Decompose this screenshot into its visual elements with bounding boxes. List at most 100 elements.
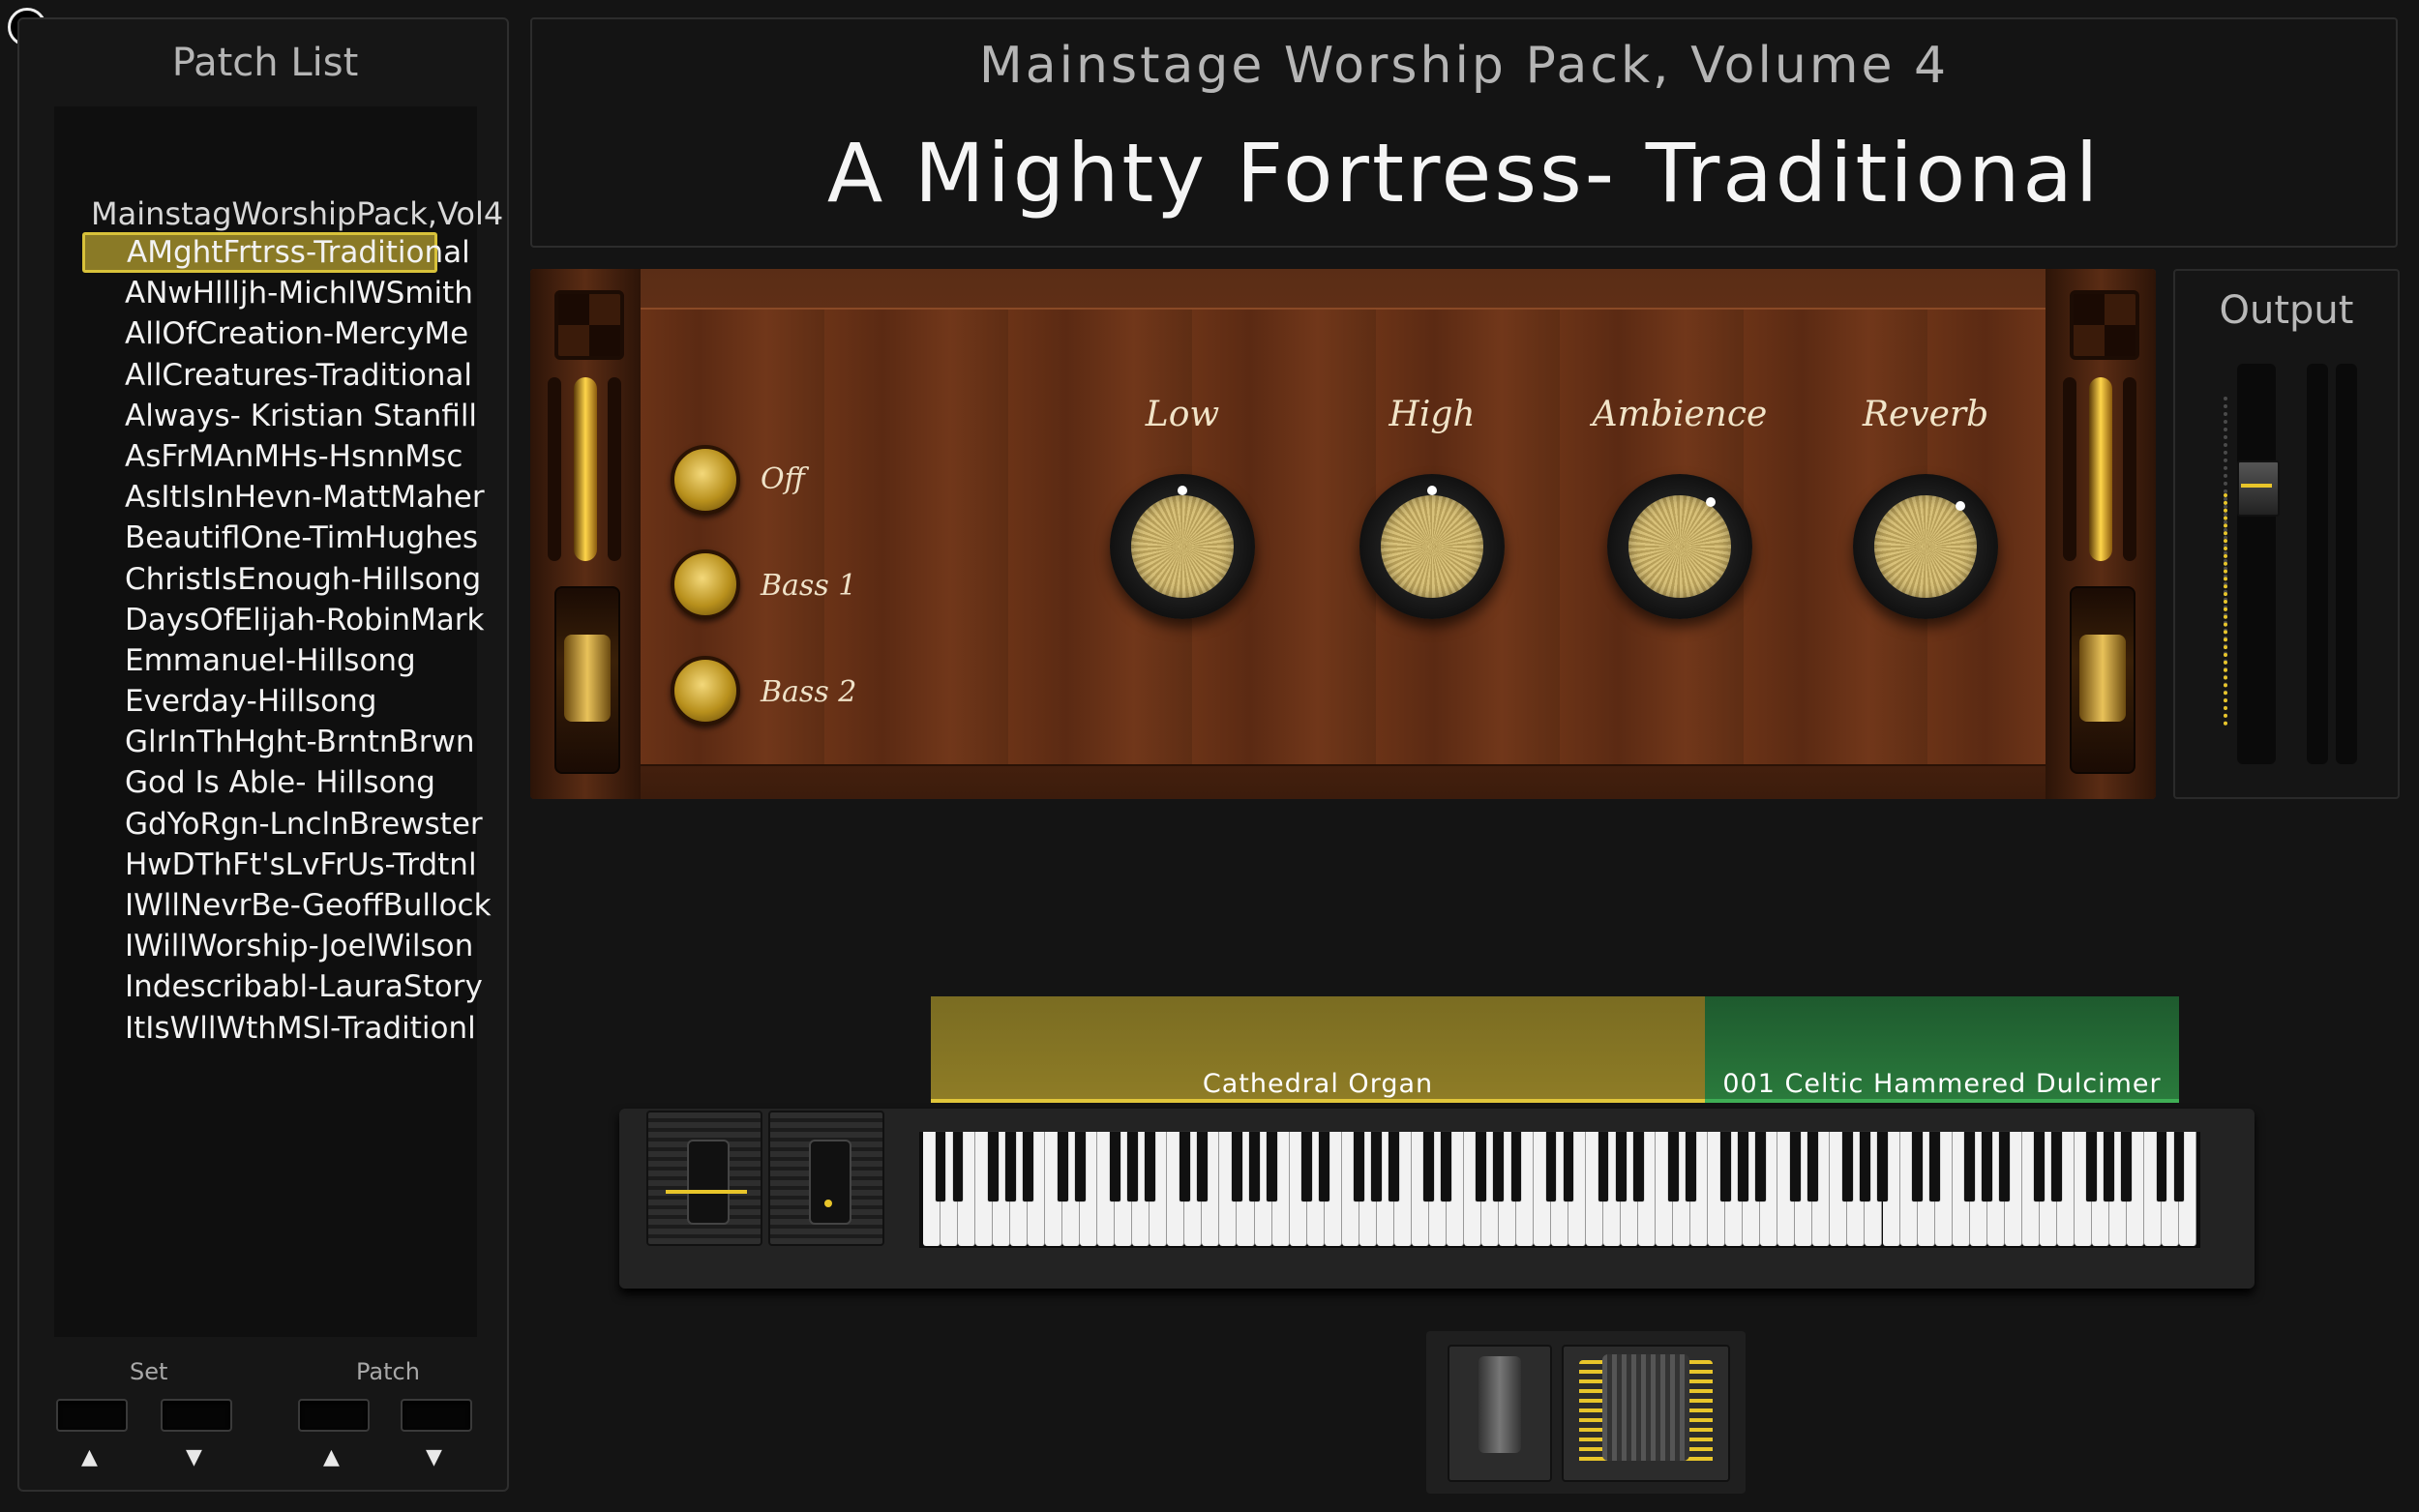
patch-item[interactable]: ChristIsEnough-Hillsong	[54, 559, 481, 600]
black-key[interactable]	[1423, 1132, 1435, 1201]
black-key[interactable]	[1354, 1132, 1365, 1201]
black-key[interactable]	[1004, 1132, 1016, 1201]
bass-2-button[interactable]	[671, 656, 740, 726]
black-key[interactable]	[1126, 1132, 1138, 1201]
black-key[interactable]	[1371, 1132, 1383, 1201]
black-key[interactable]	[1389, 1132, 1400, 1201]
black-key[interactable]	[1999, 1132, 2011, 1201]
patch-item[interactable]: GdYoRgn-LnclnBrewster	[54, 804, 483, 845]
black-key[interactable]	[1109, 1132, 1120, 1201]
black-key[interactable]	[1860, 1132, 1870, 1201]
black-key[interactable]	[1197, 1132, 1208, 1201]
patch-item[interactable]: Always- Kristian Stanfill	[54, 396, 477, 436]
black-key[interactable]	[2034, 1132, 2046, 1201]
black-key[interactable]	[1632, 1132, 1644, 1201]
black-key[interactable]	[1842, 1132, 1853, 1201]
patch-up-button[interactable]	[298, 1399, 370, 1432]
sustain-pedal[interactable]	[1448, 1345, 1552, 1482]
black-key[interactable]	[1057, 1132, 1068, 1201]
set-up-button[interactable]	[56, 1399, 128, 1432]
high-knob[interactable]	[1359, 474, 1505, 619]
patch-item[interactable]: God Is Able- Hillsong	[54, 762, 477, 803]
black-key[interactable]	[1476, 1132, 1487, 1201]
black-key[interactable]	[2104, 1132, 2115, 1201]
black-key[interactable]	[1022, 1132, 1033, 1201]
patch-item[interactable]: HwDThFt'sLvFrUs-Trdtnl	[54, 845, 477, 885]
black-key[interactable]	[1319, 1132, 1330, 1201]
mod-wheel-slot[interactable]	[809, 1140, 851, 1225]
black-key[interactable]	[1267, 1132, 1277, 1201]
patch-item[interactable]: IWillWorship-JoelWilson	[54, 926, 477, 966]
black-key[interactable]	[1754, 1132, 1766, 1201]
patch-item[interactable]: IWllNevrBe-GeoffBullock	[54, 885, 492, 926]
black-key[interactable]	[935, 1132, 946, 1201]
black-key[interactable]	[2086, 1132, 2098, 1201]
expression-pedal[interactable]	[1562, 1345, 1730, 1482]
black-key[interactable]	[1912, 1132, 1923, 1201]
pitch-bend-wheel[interactable]	[646, 1111, 762, 1246]
black-key[interactable]	[2121, 1132, 2133, 1201]
lever-handle[interactable]	[564, 635, 611, 722]
black-key[interactable]	[1249, 1132, 1260, 1201]
black-key[interactable]	[1667, 1132, 1679, 1201]
black-key[interactable]	[1545, 1132, 1557, 1201]
patch-item[interactable]: AllOfCreation-MercyMe	[54, 313, 477, 354]
patch-item[interactable]: Emmanuel-Hillsong	[54, 640, 477, 681]
patch-item[interactable]: AllCreatures-Traditional	[54, 355, 477, 396]
black-key[interactable]	[1563, 1132, 1574, 1201]
black-key[interactable]	[1964, 1132, 1976, 1201]
black-key[interactable]	[1144, 1132, 1155, 1201]
piano-keyboard[interactable]	[919, 1132, 2200, 1248]
black-key[interactable]	[987, 1132, 999, 1201]
leslie-lever-left[interactable]	[554, 586, 620, 774]
low-knob[interactable]	[1110, 474, 1255, 619]
black-key[interactable]	[1074, 1132, 1086, 1201]
bass-1-button[interactable]	[671, 549, 740, 619]
black-key[interactable]	[2051, 1132, 2063, 1201]
black-key[interactable]	[1493, 1132, 1505, 1201]
black-key[interactable]	[1180, 1132, 1190, 1201]
black-key[interactable]	[1789, 1132, 1801, 1201]
set-down-button[interactable]	[161, 1399, 232, 1432]
patch-item[interactable]: ANwHllljh-MichlWSmith	[54, 273, 477, 313]
patch-item[interactable]: DaysOfElijah-RobinMark	[54, 600, 484, 640]
patch-item[interactable]: ItIsWllWthMSl-Traditionl	[54, 1008, 477, 1049]
black-key[interactable]	[1685, 1132, 1696, 1201]
patch-item[interactable]: BeautiflOne-TimHughes	[54, 518, 478, 558]
patch-item[interactable]: GlrInThHght-BrntnBrwn	[54, 722, 477, 762]
patch-item[interactable]: Everday-Hillsong	[54, 681, 477, 722]
black-key[interactable]	[1929, 1132, 1940, 1201]
black-key[interactable]	[2173, 1132, 2185, 1201]
patch-item[interactable]: AsFrMAnMHs-HsnnMsc	[54, 436, 477, 477]
patch-item[interactable]: AsItIsInHevn-MattMaher	[54, 477, 485, 518]
reverb-knob[interactable]	[1853, 474, 1998, 619]
bass-off-button[interactable]	[671, 445, 740, 515]
black-key[interactable]	[1877, 1132, 1888, 1201]
black-key[interactable]	[1807, 1132, 1818, 1201]
black-key[interactable]	[1301, 1132, 1312, 1201]
modulation-wheel[interactable]	[768, 1111, 884, 1246]
black-key[interactable]	[1615, 1132, 1627, 1201]
pitch-wheel-slot[interactable]	[687, 1140, 730, 1225]
instrument-strip-cathedral-organ[interactable]: Cathedral Organ	[931, 996, 1705, 1103]
black-key[interactable]	[1737, 1132, 1748, 1201]
patch-item-selected[interactable]: AMghtFrtrss-Traditional	[82, 232, 470, 274]
patch-item[interactable]: Indescribabl-LauraStory	[54, 966, 483, 1007]
black-key[interactable]	[952, 1132, 964, 1201]
black-key[interactable]	[2156, 1132, 2167, 1201]
black-key[interactable]	[1441, 1132, 1452, 1201]
patch-down-button[interactable]	[401, 1399, 472, 1432]
black-key[interactable]	[1982, 1132, 1993, 1201]
lever-handle[interactable]	[2079, 635, 2126, 722]
black-key[interactable]	[1719, 1132, 1731, 1201]
black-key[interactable]	[1598, 1132, 1609, 1201]
patch-list-box[interactable]: MainstagWorshipPack,Vol4 AMghtFrtrss-Tra…	[54, 106, 503, 1337]
black-key[interactable]	[1510, 1132, 1522, 1201]
output-fader-track[interactable]	[2237, 364, 2276, 764]
instrument-strip-dulcimer[interactable]: 001 Celtic Hammered Dulcimer	[1705, 996, 2179, 1103]
output-fader-handle[interactable]	[2237, 460, 2280, 517]
black-key[interactable]	[1232, 1132, 1242, 1201]
leslie-lever-right[interactable]	[2070, 586, 2135, 774]
ambience-knob[interactable]	[1607, 474, 1752, 619]
patch-set-name[interactable]: MainstagWorshipPack,Vol4	[91, 195, 503, 232]
